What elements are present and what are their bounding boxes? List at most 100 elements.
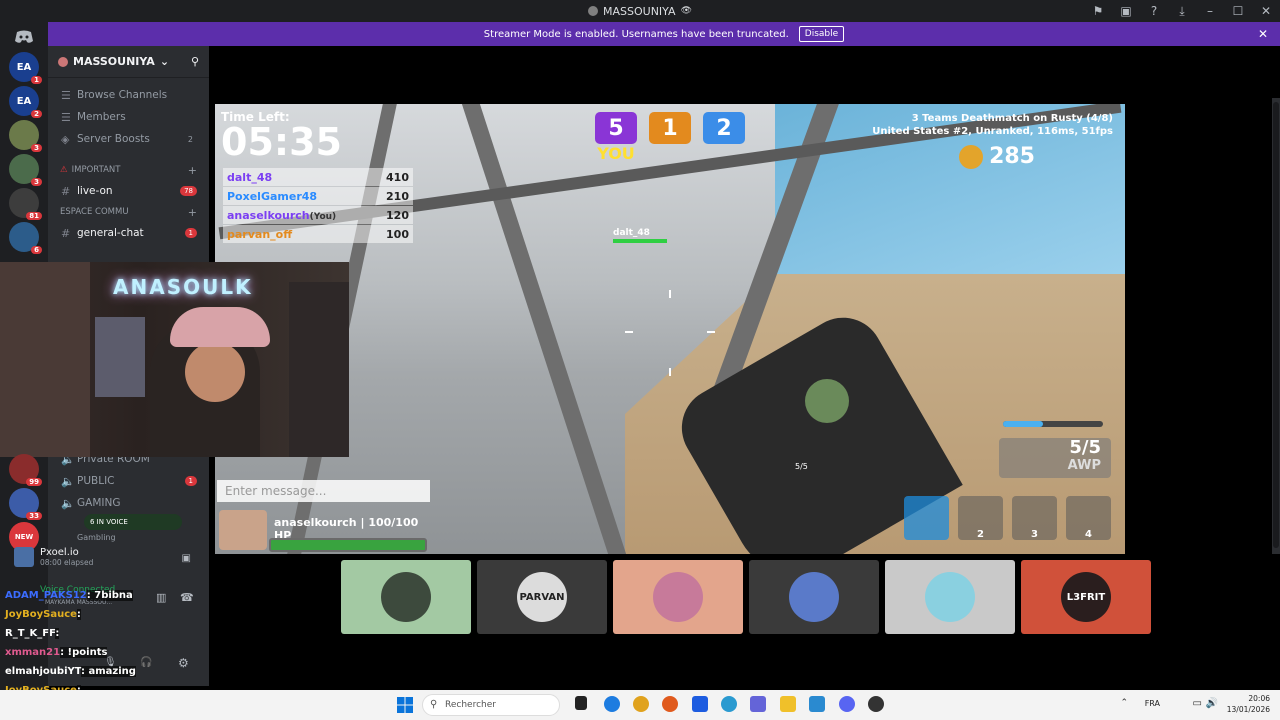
crosshair (625, 331, 633, 333)
chrome-icon[interactable] (633, 696, 649, 712)
whatsapp-icon[interactable] (721, 696, 737, 712)
server-boosts[interactable]: ◈ Server Boosts 2 (48, 128, 209, 150)
clock[interactable]: 20:06 13/01/2026 (1227, 693, 1270, 715)
server-icon[interactable]: 3 (9, 120, 42, 152)
server-icon[interactable]: 3 (9, 154, 42, 186)
inbox-icon[interactable]: ⚑ (1084, 4, 1112, 18)
obs-icon[interactable] (868, 696, 884, 712)
folder-icon[interactable] (780, 696, 796, 712)
scrollbar[interactable] (1272, 98, 1280, 554)
discord-taskbar-icon[interactable] (839, 696, 855, 712)
minimize-icon[interactable]: – (1196, 4, 1224, 18)
activity-title: Pxoel.io (40, 547, 79, 558)
store-icon[interactable] (692, 696, 708, 712)
screen-share-icon[interactable]: ▣ (182, 553, 191, 564)
close-icon[interactable]: ✕ (1252, 4, 1280, 18)
settings-gear-icon[interactable]: ⚙ (178, 656, 189, 670)
stream-avatar (789, 572, 839, 622)
voice-public[interactable]: 🔈 PUBLIC 1 (48, 470, 209, 492)
help-icon[interactable]: ? (1140, 4, 1168, 18)
add-channel-icon-2[interactable]: + (188, 206, 197, 219)
streamer-cap (170, 307, 270, 347)
you-suffix: (You) (309, 211, 337, 222)
streamer-mode-banner: Streamer Mode is enabled. Usernames have… (48, 22, 1280, 46)
scrollbar-thumb[interactable] (1273, 102, 1279, 548)
teams-icon[interactable] (750, 696, 766, 712)
category-espace-commu[interactable]: ESPACE COMMU + (48, 202, 209, 222)
server-badge: 2 (31, 110, 42, 118)
channel-general-chat[interactable]: # general-chat 1 (48, 222, 209, 244)
volume-icon[interactable]: 🔊 (1206, 698, 1218, 709)
server-icon[interactable]: 33 (9, 488, 42, 520)
category-important[interactable]: ⚠ IMPORTANT + (48, 160, 209, 180)
download-icon[interactable]: ⤓ (1168, 4, 1196, 19)
disconnect-icon[interactable]: ☎ (180, 591, 194, 604)
voice-gambling[interactable]: Gambling (48, 530, 209, 544)
app-icon[interactable] (809, 696, 825, 712)
headset-icon[interactable]: 🎧 (140, 657, 152, 668)
server-icon[interactable]: EA 1 (9, 52, 42, 84)
scoreboard-player-name: PoxelGamer48 (227, 189, 318, 203)
slot-grenade[interactable]: 4 (1066, 496, 1111, 540)
signal-icon[interactable]: ▥ (156, 591, 166, 604)
server-badge: 99 (26, 478, 42, 486)
stream-tile[interactable] (341, 560, 471, 634)
members-icon: ☰ (61, 110, 71, 124)
stream-tile[interactable] (613, 560, 743, 634)
slot-sniper[interactable] (904, 496, 949, 540)
boost-icon: ◈ (61, 132, 70, 146)
chat-text: : 7bibna (86, 590, 133, 601)
discord-home-icon[interactable] (0, 22, 48, 52)
lower-server-list: 99 33 NEW (9, 454, 42, 556)
server-header[interactable]: MASSOUNIYA ⌄ ⚲ (48, 46, 209, 78)
disable-button[interactable]: Disable (798, 26, 845, 42)
server-icon[interactable]: 6 (9, 222, 42, 254)
edge-icon[interactable] (604, 696, 620, 712)
server-icon[interactable]: EA 2 (9, 86, 42, 118)
neon-sign: ANASOULK (113, 275, 253, 299)
browse-channels[interactable]: ☰ Browse Channels (48, 84, 209, 106)
scoreboard-player: PoxelGamer48 (227, 190, 317, 203)
add-channel-icon[interactable]: + (188, 164, 197, 177)
stream-tile[interactable] (885, 560, 1015, 634)
live-on-badge: 78 (180, 186, 197, 196)
chevron-up-icon[interactable]: ⌃ (1120, 698, 1128, 708)
network-icon[interactable]: ▭ (1193, 698, 1202, 709)
members[interactable]: ☰ Members (48, 106, 209, 128)
scoreboard-score: 100 (386, 227, 409, 241)
weapon-name: AWP (1067, 458, 1101, 473)
stream-tile[interactable] (749, 560, 879, 634)
stream-tile[interactable]: PARVAN (477, 560, 607, 634)
slot-pistol[interactable]: 2 (958, 496, 1003, 540)
chat-message: R_T_K_FF: (5, 628, 60, 639)
chat-message: ADAM_PAKS12: 7bibna (5, 590, 133, 601)
category-important-label: IMPORTANT (71, 165, 121, 175)
slot-knife[interactable]: 3 (1012, 496, 1057, 540)
taskbar-search[interactable]: ⚲ Rechercher (422, 694, 560, 716)
firefox-icon[interactable] (662, 696, 678, 712)
voice-gaming[interactable]: 🔈 GAMING (48, 492, 209, 514)
scoreboard-player: anaselkourch(You) (227, 209, 336, 222)
language-indicator[interactable]: FRA (1145, 699, 1160, 708)
banner-close-icon[interactable]: ✕ (1258, 27, 1268, 41)
server-badge: 1 (31, 76, 42, 84)
speaker-icon-2: 🔈 (61, 474, 75, 488)
window-icon[interactable]: ▣ (1112, 4, 1140, 18)
game-chat-input[interactable]: Enter message... (217, 480, 430, 502)
stream-tile[interactable]: L3FRIT (1021, 560, 1151, 634)
room-decor (289, 282, 349, 457)
maximize-icon[interactable]: ☐ (1224, 4, 1252, 18)
activity-card[interactable]: Pxoel.io 08:00 elapsed (14, 547, 93, 567)
boost-count: 2 (187, 134, 193, 144)
add-member-icon[interactable]: ⚲ (191, 55, 199, 68)
channel-live-on[interactable]: # live-on 78 (48, 180, 209, 202)
server-icon[interactable]: 81 (9, 188, 42, 220)
server-icon[interactable]: 99 (9, 454, 42, 486)
in-voice-pill[interactable]: 6 IN VOICE (84, 514, 182, 530)
player-avatar (219, 510, 267, 550)
windows-start-icon[interactable] (397, 697, 413, 713)
task-view-icon[interactable] (575, 696, 587, 710)
game-icon (14, 547, 34, 567)
server-name: MASSOUNIYA (73, 55, 155, 68)
members-label: Members (77, 111, 126, 123)
